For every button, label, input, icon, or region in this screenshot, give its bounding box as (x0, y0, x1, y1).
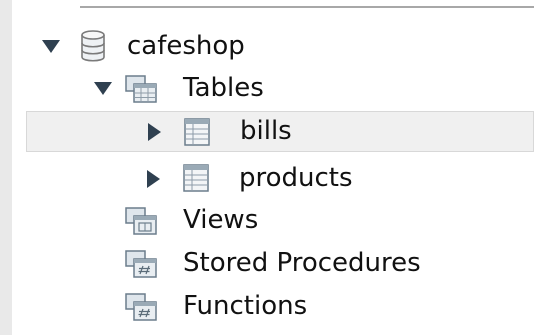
tree-item-cafeshop[interactable]: cafeshop (0, 26, 534, 67)
tables-folder-icon (125, 75, 157, 103)
tree-item-label: cafeshop (127, 31, 245, 61)
table-icon (184, 118, 210, 146)
expand-arrow-icon[interactable] (94, 82, 112, 95)
views-folder-icon (125, 207, 157, 235)
tree-item-views[interactable]: Views (0, 200, 534, 241)
tree-item-functions[interactable]: Functions (0, 286, 534, 327)
table-icon (183, 164, 209, 192)
database-icon (81, 30, 105, 62)
tree-item-label: bills (240, 116, 292, 146)
tree-item-stored-procedures[interactable]: Stored Procedures (0, 243, 534, 284)
tree-item-bills[interactable]: bills (26, 111, 534, 152)
tree-item-label: Functions (183, 291, 308, 321)
collapse-arrow-icon[interactable] (148, 123, 161, 141)
functions-folder-icon (125, 293, 157, 321)
tree-item-products[interactable]: products (0, 158, 534, 199)
tree-item-label: Tables (183, 73, 264, 103)
tree-item-label: products (239, 163, 353, 193)
panel-top-border (80, 6, 534, 8)
tree-item-label: Views (183, 205, 259, 235)
expand-arrow-icon[interactable] (42, 40, 60, 53)
navigator-panel: cafeshop Tables bills products Views Sto… (0, 0, 534, 335)
collapse-arrow-icon[interactable] (147, 170, 160, 188)
tree-item-label: Stored Procedures (183, 248, 421, 278)
procedures-folder-icon (125, 250, 157, 278)
tree-item-tables[interactable]: Tables (0, 68, 534, 109)
